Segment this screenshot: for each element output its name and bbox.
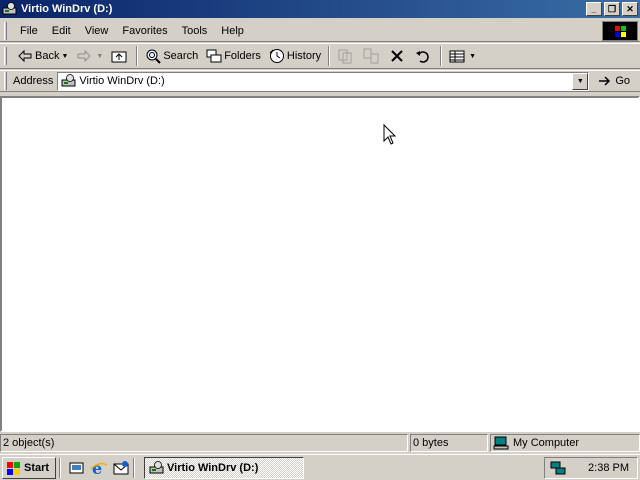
toolbar-grip[interactable] [4, 47, 7, 65]
delete-button[interactable] [385, 45, 411, 67]
copy-to-icon [363, 48, 379, 64]
back-dropdown-icon[interactable]: ▼ [61, 53, 68, 60]
views-dropdown-icon[interactable]: ▼ [469, 53, 476, 60]
restore-button[interactable]: ❐ [604, 2, 620, 16]
show-desktop-icon[interactable] [68, 459, 86, 477]
history-label: History [286, 50, 322, 62]
forward-button[interactable]: ▼ [72, 45, 107, 67]
drive-icon[interactable] [2, 2, 18, 16]
status-bar: 2 object(s) 0 bytes My Computer [0, 433, 640, 453]
address-bar: Address Virtio WinDrv (D:) ▼ Go [0, 70, 640, 92]
address-dropdown-icon[interactable]: ▼ [572, 72, 589, 90]
back-arrow-icon [17, 48, 33, 64]
quick-launch: e [68, 459, 130, 478]
status-objects: 2 object(s) [0, 434, 408, 452]
window-title: Virtio WinDrv (D:) [21, 3, 113, 15]
menu-bar: File Edit View Favorites Tools Help [0, 20, 640, 42]
back-label: Back [35, 50, 60, 62]
minimize-button[interactable]: _ [586, 2, 602, 16]
address-value: Virtio WinDrv (D:) [79, 75, 165, 87]
taskbar-window-button[interactable]: Virtio WinDrv (D:) [144, 456, 304, 479]
folders-icon [206, 48, 222, 64]
views-grid-icon [449, 48, 465, 64]
folders-button[interactable]: Folders [202, 45, 265, 67]
windows-logo [602, 21, 638, 41]
close-button[interactable]: ✕ [622, 2, 638, 16]
taskbar-separator [133, 457, 135, 478]
search-button[interactable]: Search [141, 45, 202, 67]
move-to-icon [337, 48, 353, 64]
taskbar-window-label: Virtio WinDrv (D:) [167, 461, 259, 474]
drive-icon [61, 74, 77, 88]
back-button[interactable]: Back ▼ [13, 45, 72, 67]
status-zone-label: My Computer [513, 437, 580, 449]
status-size: 0 bytes [410, 434, 488, 452]
address-grip[interactable] [4, 72, 7, 90]
up-folder-button[interactable] [107, 45, 133, 67]
views-button[interactable]: ▼ [445, 45, 480, 67]
folder-view[interactable] [0, 96, 640, 432]
windows-flag-icon [615, 26, 627, 37]
taskbar-separator [59, 457, 61, 478]
undo-icon [415, 48, 431, 64]
clock[interactable]: 2:38 PM [588, 462, 629, 474]
toolbar-separator [136, 46, 139, 66]
status-zone: My Computer [490, 434, 640, 452]
internet-explorer-icon[interactable]: e [90, 459, 108, 478]
address-input[interactable]: Virtio WinDrv (D:) ▼ [57, 71, 590, 91]
title-bar[interactable]: Virtio WinDrv (D:) _ ❐ ✕ [0, 0, 640, 18]
move-to-button[interactable] [333, 45, 359, 67]
go-arrow-icon [597, 74, 613, 88]
history-icon [269, 48, 285, 64]
folders-label: Folders [224, 50, 261, 62]
undo-button[interactable] [411, 45, 437, 67]
forward-dropdown-icon[interactable]: ▼ [96, 53, 103, 60]
up-folder-icon [111, 48, 127, 64]
mouse-pointer-icon [383, 123, 397, 146]
toolbar-separator [440, 46, 443, 66]
my-computer-icon [493, 436, 509, 450]
drive-icon [149, 460, 165, 475]
go-label: Go [615, 75, 631, 87]
menu-file[interactable]: File [13, 25, 45, 37]
menu-view[interactable]: View [78, 25, 116, 37]
start-label: Start [24, 461, 50, 474]
delete-x-icon [389, 48, 405, 64]
outlook-express-icon[interactable] [112, 459, 130, 477]
start-button[interactable]: Start [2, 456, 56, 479]
menu-tools[interactable]: Tools [175, 25, 215, 37]
menu-edit[interactable]: Edit [45, 25, 78, 37]
copy-to-button[interactable] [359, 45, 385, 67]
go-button[interactable]: Go [597, 74, 630, 88]
taskbar: Start e Virtio WinDrv (D:) 2:38 PM [0, 454, 640, 480]
menu-help[interactable]: Help [214, 25, 251, 37]
forward-arrow-icon [76, 48, 92, 64]
search-label: Search [163, 50, 199, 62]
network-icon[interactable] [549, 460, 567, 476]
toolbar-separator [328, 46, 331, 66]
address-label: Address [13, 75, 54, 87]
search-icon [145, 48, 162, 64]
svg-text:e: e [92, 459, 102, 477]
menu-grip[interactable] [4, 21, 7, 40]
system-tray: 2:38 PM [544, 457, 638, 479]
windows-flag-icon [6, 461, 22, 475]
standard-toolbar: Back ▼ ▼ Search Folders History ▼ [0, 43, 640, 69]
menu-favorites[interactable]: Favorites [115, 25, 174, 37]
history-button[interactable]: History [265, 45, 325, 67]
